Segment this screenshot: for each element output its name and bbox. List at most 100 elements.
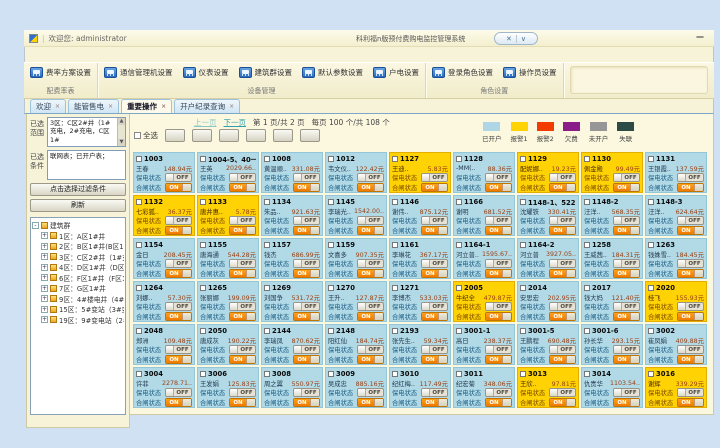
- card-checkbox[interactable]: [264, 285, 270, 291]
- keep-power-toggle[interactable]: OFF: [357, 259, 384, 268]
- action-button[interactable]: [165, 129, 185, 142]
- menu-item[interactable]: [100, 54, 118, 56]
- tree-item-zone[interactable]: + 4区：D区1#井（D区1: [32, 262, 124, 273]
- tree-root-buildings[interactable]: - 建筑群: [32, 220, 124, 231]
- ribbon-button[interactable]: 户电设置: [371, 65, 421, 80]
- selected-range-box[interactable]: 3区：C区2#井（1#充电，2#充电，C区1# ▲ ▼: [47, 117, 126, 147]
- switch-status-toggle[interactable]: ON: [613, 183, 640, 192]
- card-checkbox[interactable]: [200, 285, 206, 291]
- ribbon-button[interactable]: 建筑群设置: [237, 65, 295, 80]
- switch-status-toggle[interactable]: ON: [613, 226, 640, 235]
- switch-status-toggle[interactable]: ON: [421, 226, 448, 235]
- keep-power-toggle[interactable]: OFF: [613, 302, 640, 311]
- keep-power-toggle[interactable]: OFF: [165, 345, 192, 354]
- switch-status-toggle[interactable]: ON: [293, 312, 320, 321]
- tree-item-zone[interactable]: + 6区：F区1#井（F区1#: [32, 273, 124, 284]
- switch-status-toggle[interactable]: ON: [357, 269, 384, 278]
- keep-power-toggle[interactable]: OFF: [421, 173, 448, 182]
- card-checkbox[interactable]: [520, 328, 526, 334]
- keep-power-toggle[interactable]: OFF: [165, 302, 192, 311]
- keep-power-toggle[interactable]: OFF: [165, 173, 192, 182]
- select-all[interactable]: 全选: [134, 130, 158, 141]
- switch-status-toggle[interactable]: ON: [229, 355, 256, 364]
- keep-power-toggle[interactable]: OFF: [165, 259, 192, 268]
- meter-card[interactable]: 1164-2 河立普 3927.05.. 保电状态 OFF 合闸状态 ON: [517, 238, 579, 279]
- card-checkbox[interactable]: [392, 156, 398, 162]
- keep-power-toggle[interactable]: OFF: [549, 388, 576, 397]
- meter-card[interactable]: 1270 王升.. 127.87元 保电状态 OFF 合闸状态 ON: [325, 281, 387, 322]
- keep-power-toggle[interactable]: OFF: [357, 388, 384, 397]
- card-checkbox[interactable]: [456, 156, 462, 162]
- ribbon-button[interactable]: 默认参数设置: [300, 65, 365, 80]
- card-checkbox[interactable]: [648, 156, 654, 162]
- keep-power-toggle[interactable]: OFF: [613, 259, 640, 268]
- switch-status-toggle[interactable]: ON: [293, 226, 320, 235]
- card-checkbox[interactable]: [584, 242, 590, 248]
- meter-card[interactable]: 2048 郑洲 109.48元 保电状态 OFF 合闸状态 ON: [133, 324, 195, 365]
- expander-closed-icon[interactable]: +: [41, 316, 48, 323]
- action-button[interactable]: [273, 129, 293, 142]
- keep-power-toggle[interactable]: OFF: [229, 302, 256, 311]
- meter-card[interactable]: 1263 钱姝雪.. 184.45元 保电状态 OFF 合闸状态 ON: [645, 238, 707, 279]
- card-checkbox[interactable]: [392, 285, 398, 291]
- keep-power-toggle[interactable]: OFF: [613, 216, 640, 225]
- meter-card[interactable]: 1008 黄温顺.. 331.08元 保电状态 OFF 合闸状态 ON: [261, 152, 323, 193]
- keep-power-toggle[interactable]: OFF: [485, 259, 512, 268]
- meter-card[interactable]: 1012 韦文仪.. 122.42元 保电状态 OFF 合闸状态 ON: [325, 152, 387, 193]
- meter-card[interactable]: 1265 张丽娜 199.09元 保电状态 OFF 合闸状态 ON: [197, 281, 259, 322]
- meter-card[interactable]: 3001-6 孙长华 293.15元 保电状态 OFF 合闸状态 ON: [581, 324, 643, 365]
- switch-status-toggle[interactable]: ON: [549, 312, 576, 321]
- keep-power-toggle[interactable]: OFF: [613, 173, 640, 182]
- keep-power-toggle[interactable]: OFF: [165, 216, 192, 225]
- switch-status-toggle[interactable]: ON: [485, 312, 512, 321]
- menu-item[interactable]: [56, 54, 74, 56]
- meter-card[interactable]: 1258 王威茜.. 184.31元 保电状态 OFF 合闸状态 ON: [581, 238, 643, 279]
- switch-status-toggle[interactable]: ON: [421, 269, 448, 278]
- switch-status-toggle[interactable]: ON: [485, 183, 512, 192]
- keep-power-toggle[interactable]: OFF: [421, 302, 448, 311]
- keep-power-toggle[interactable]: OFF: [357, 216, 384, 225]
- switch-status-toggle[interactable]: ON: [549, 269, 576, 278]
- switch-status-toggle[interactable]: ON: [485, 398, 512, 407]
- tree-item-zone[interactable]: + 15区：5#变站（3#变: [32, 304, 124, 315]
- card-checkbox[interactable]: [520, 285, 526, 291]
- switch-status-toggle[interactable]: ON: [677, 269, 704, 278]
- switch-status-toggle[interactable]: ON: [165, 269, 192, 278]
- card-checkbox[interactable]: [264, 199, 270, 205]
- switch-status-toggle[interactable]: ON: [677, 398, 704, 407]
- document-tab[interactable]: 开户纪录查询 ×: [174, 99, 240, 113]
- card-checkbox[interactable]: [328, 199, 334, 205]
- switch-status-toggle[interactable]: ON: [485, 355, 512, 364]
- meter-card[interactable]: 1145 李瑞光.. 1542.00.. 保电状态 OFF 合闸状态 ON: [325, 195, 387, 236]
- scroll-down-icon[interactable]: ▼: [118, 139, 125, 146]
- meter-card[interactable]: 1166 谢明 681.52元 保电状态 OFF 合闸状态 ON: [453, 195, 515, 236]
- card-checkbox[interactable]: [648, 371, 654, 377]
- card-checkbox[interactable]: [200, 328, 206, 334]
- card-checkbox[interactable]: [584, 199, 590, 205]
- meter-card[interactable]: 3009 吴成忠 885.16元 保电状态 OFF 合闸状态 ON: [325, 367, 387, 408]
- meter-card[interactable]: 2017 钱大妈 121.40元 保电状态 OFF 合闸状态 ON: [581, 281, 643, 322]
- meter-card[interactable]: 3001-1 高日 238.37元 保电状态 OFF 合闸状态 ON: [453, 324, 515, 365]
- keep-power-toggle[interactable]: OFF: [421, 216, 448, 225]
- keep-power-toggle[interactable]: OFF: [229, 216, 256, 225]
- ribbon-button[interactable]: 登录角色设置: [430, 65, 495, 80]
- card-checkbox[interactable]: [328, 328, 334, 334]
- meter-card[interactable]: 2193 张先生.. 59.34元 保电状态 OFF 合闸状态 ON: [389, 324, 451, 365]
- meter-card[interactable]: 1161 李琳花 367.17元 保电状态 OFF 合闸状态 ON: [389, 238, 451, 279]
- meter-card[interactable]: 1132 七彩狐.. 36.37元 保电状态 OFF 合闸状态 ON: [133, 195, 195, 236]
- document-tab[interactable]: 重要操作 ×: [121, 99, 172, 113]
- keep-power-toggle[interactable]: OFF: [549, 259, 576, 268]
- card-checkbox[interactable]: [584, 285, 590, 291]
- action-button[interactable]: [192, 129, 212, 142]
- keep-power-toggle[interactable]: OFF: [421, 345, 448, 354]
- keep-power-toggle[interactable]: OFF: [677, 388, 704, 397]
- switch-status-toggle[interactable]: ON: [357, 398, 384, 407]
- switch-status-toggle[interactable]: ON: [421, 355, 448, 364]
- switch-status-toggle[interactable]: ON: [613, 398, 640, 407]
- meter-card[interactable]: 2050 唐成灰 190.22元 保电状态 OFF 合闸状态 ON: [197, 324, 259, 365]
- meter-card[interactable]: 1003 王春 148.94元 保电状态 OFF 合闸状态 ON: [133, 152, 195, 193]
- keep-power-toggle[interactable]: OFF: [293, 388, 320, 397]
- card-checkbox[interactable]: [392, 328, 398, 334]
- action-button[interactable]: [300, 129, 320, 142]
- close-tab-icon[interactable]: ×: [229, 104, 234, 110]
